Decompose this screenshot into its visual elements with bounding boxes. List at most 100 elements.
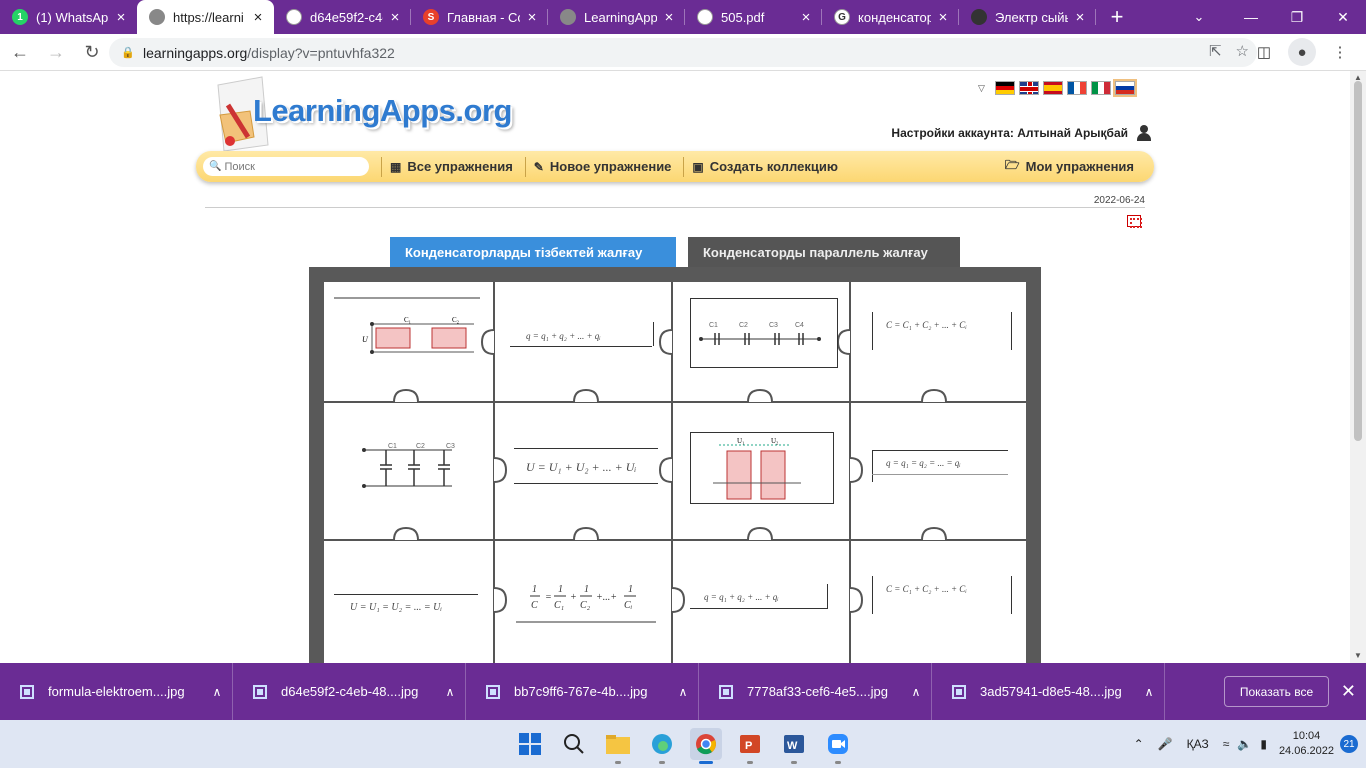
search-input[interactable]: 🔍 Поиск [203,157,369,176]
puzzle-piece[interactable]: q = q₁ + q₂ + ... + qᵢ [510,322,658,352]
puzzle-piece[interactable]: U = U₁ = U₂ = ... = Uᵢ [334,592,480,620]
nav-new-exercise[interactable]: ✎ Новое упражнение [534,159,672,174]
minimize-icon[interactable]: — [1228,0,1274,34]
address-bar[interactable]: 🔒 learningapps.org/display?v=pntuvhfa322… [109,38,1257,67]
file-explorer-icon[interactable] [602,728,634,764]
clock-date: 24.06.2022 [1278,745,1334,757]
download-item[interactable]: 3ad57941-d8e5-48....jpg ∧ [932,663,1165,720]
chevron-up-icon[interactable]: ∧ [668,685,698,699]
zoom-icon[interactable] [822,728,854,764]
browser-tab[interactable]: Gконденсатор × [822,0,959,34]
browser-tab[interactable]: 1 (1) WhatsApp × [0,0,137,34]
flag-spanish-icon[interactable] [1042,81,1063,95]
flag-english-icon[interactable] [1018,81,1039,95]
browser-tab[interactable]: d64e59f2-c4e × [274,0,411,34]
tab-close-icon[interactable]: × [798,9,814,26]
chevron-up-icon[interactable]: ∧ [202,685,232,699]
puzzle-piece[interactable]: U = U₁ + U₂ + ... + Uᵢ [514,448,658,488]
tab-close-icon[interactable]: × [661,9,677,26]
reload-button[interactable]: ↻ [76,36,108,68]
forward-button[interactable]: → [40,36,72,68]
tab-close-icon[interactable]: × [387,9,403,26]
word-icon[interactable]: W [778,728,810,764]
nav-divider [381,156,382,177]
tray-overflow-icon[interactable]: ⌃ [1134,737,1144,751]
flag-german-icon[interactable] [994,81,1015,95]
chevron-up-icon[interactable]: ∧ [435,685,465,699]
flag-italian-icon[interactable] [1090,81,1111,95]
account-settings-link[interactable]: Настройки аккаунта: Алтынай Арықбай [891,125,1152,141]
edge-browser-icon[interactable] [646,728,678,764]
new-tab-button[interactable]: + [1100,0,1134,34]
puzzle-piece[interactable]: C1 C2 C3 C4 [690,298,838,368]
puzzle-piece[interactable]: C = C₁ + C₂ + ... + Cᵢ [868,312,1018,356]
puzzle-piece[interactable]: U₁ U₂ [690,432,834,504]
site-logo[interactable]: LearningApps.org [210,71,530,157]
tab-close-icon[interactable]: × [1072,9,1088,26]
close-downloads-icon[interactable]: ✕ [1341,681,1356,702]
nav-all-exercises[interactable]: ▦ Все упражнения [390,159,513,174]
nav-my-exercises[interactable]: 🗁 Мои упражнения [1005,156,1134,177]
battery-icon[interactable]: ▮ [1260,737,1267,751]
label-c3: C3 [769,322,778,329]
share-icon[interactable]: ⇱ [1209,42,1222,60]
start-button[interactable] [514,728,546,760]
chevron-up-icon[interactable]: ∧ [1134,685,1164,699]
globe-icon [286,9,302,25]
tab-series-connection[interactable]: Конденсаторларды тізбектей жалғау [390,237,676,268]
tab-search-chevron-icon[interactable]: ⌄ [1182,0,1216,34]
puzzle-piece[interactable]: C1 C2 C3 [360,440,464,496]
download-item[interactable]: d64e59f2-c4eb-48....jpg ∧ [233,663,466,720]
chrome-browser-icon[interactable] [690,728,722,764]
puzzle-piece[interactable]: C = C₁ + C₂ + ... + Cᵢ [868,576,1018,620]
page-scrollbar[interactable]: ▲ ▼ [1350,71,1366,663]
tab-close-icon[interactable]: × [524,9,540,26]
download-item[interactable]: bb7c9ff6-767e-4b....jpg ∧ [466,663,699,720]
microphone-icon[interactable]: 🎤 [1158,737,1173,751]
browser-tab[interactable]: S Главная - Со × [411,0,548,34]
back-button[interactable]: ← [4,36,36,68]
tab-close-icon[interactable]: × [935,9,951,26]
chevron-up-icon[interactable]: ∧ [901,685,931,699]
notification-badge[interactable]: 21 [1340,735,1358,753]
tab-title: d64e59f2-c4e [310,9,383,25]
svg-text:=: = [545,592,552,603]
flag-french-icon[interactable] [1066,81,1087,95]
puzzle-piece[interactable]: U C₁ C₂ [334,296,480,386]
close-window-icon[interactable]: ✕ [1320,0,1366,34]
side-panel-icon[interactable]: ◫ [1250,38,1278,66]
show-all-downloads-button[interactable]: Показать все [1224,676,1329,707]
tab-close-icon[interactable]: × [113,9,129,26]
knob [493,457,508,483]
bookmark-star-icon[interactable]: ☆ [1236,42,1249,60]
puzzle-piece[interactable]: 1 C = 1 C₁ + 1 C₂ +...+ 1 Cᵢ [512,578,658,628]
browser-tab[interactable]: https://learni × [137,0,274,34]
scrollbar-thumb[interactable] [1354,81,1362,441]
wifi-icon[interactable]: ≈ [1223,737,1230,751]
flag-russian-icon[interactable] [1112,79,1137,97]
powerpoint-icon[interactable]: P [734,728,766,764]
menu-kebab-icon[interactable]: ⋮ [1326,38,1354,66]
puzzle-piece[interactable]: q = q₁ = q₂ = ... = qᵢ [872,450,1020,484]
search-taskbar-icon[interactable] [558,728,590,760]
puzzle-piece[interactable]: q = q₁ + q₂ + ... + qᵢ [690,582,830,612]
language-dropdown-icon[interactable]: ▽ [978,83,985,94]
browser-tab[interactable]: LearningApps × [548,0,685,34]
tab-title: https://learni [173,9,244,25]
fullscreen-icon[interactable] [1127,215,1142,228]
tab-parallel-connection[interactable]: Конденсаторды параллель жалғау [688,237,960,268]
restore-icon[interactable]: ❐ [1274,0,1320,34]
image-file-icon [719,684,733,699]
volume-icon[interactable]: 🔈 [1237,737,1252,751]
scroll-down-icon[interactable]: ▼ [1350,649,1366,663]
nav-create-collection[interactable]: ▣ Создать коллекцию [692,159,838,174]
tab-close-icon[interactable]: × [250,9,266,26]
input-language[interactable]: ҚАЗ [1187,737,1209,751]
download-item[interactable]: formula-elektroem....jpg ∧ [0,663,233,720]
browser-tab[interactable]: 505.pdf × [685,0,822,34]
windows-taskbar: P W ⌃ 🎤 ҚАЗ ≈ 🔈 ▮ 10:04 24.06.2022 21 [0,720,1366,768]
download-item[interactable]: 7778af33-cef6-4e5....jpg ∧ [699,663,932,720]
profile-avatar-icon[interactable]: ● [1288,38,1316,66]
clock[interactable]: 10:04 24.06.2022 [1279,729,1334,759]
browser-tab[interactable]: Электр сыйы × [959,0,1096,34]
